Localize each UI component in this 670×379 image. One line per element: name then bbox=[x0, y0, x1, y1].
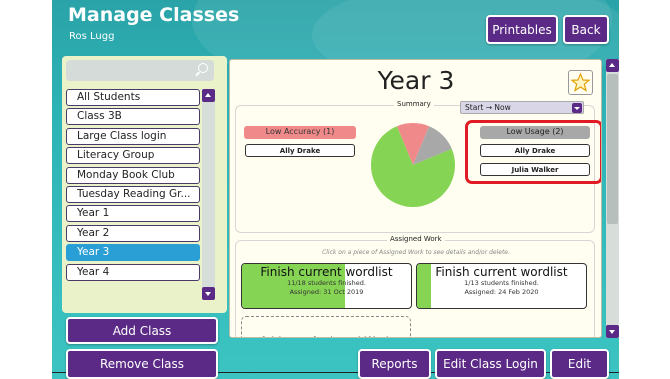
class-list: All Students Class 3B Large Class login … bbox=[66, 89, 200, 283]
class-item-literacy-group[interactable]: Literacy Group bbox=[66, 147, 200, 165]
app-window: Manage Classes Ros Lugg Printables Back … bbox=[52, 0, 619, 379]
class-title: Year 3 bbox=[377, 66, 455, 95]
teacher-name: Ros Lugg bbox=[69, 31, 115, 42]
low-usage-highlight bbox=[465, 120, 601, 184]
work-finished: 1/13 students finished. bbox=[464, 279, 539, 287]
assigned-work-card-2[interactable]: Finish current wordlist 1/13 students fi… bbox=[416, 263, 587, 309]
class-details-panel: Year 3 Summary Start → Now Low Accuracy … bbox=[229, 59, 602, 338]
scroll-up-icon[interactable] bbox=[606, 59, 619, 72]
search-icon bbox=[198, 63, 208, 73]
class-item-year-2[interactable]: Year 2 bbox=[66, 224, 200, 242]
class-item-monday-book-club[interactable]: Monday Book Club bbox=[66, 166, 200, 184]
work-title: Finish current wordlist bbox=[435, 265, 568, 279]
assigned-work-card-1[interactable]: Finish current wordlist 11/18 students f… bbox=[241, 263, 412, 309]
scroll-down-icon[interactable] bbox=[202, 287, 215, 300]
back-button[interactable]: Back bbox=[563, 15, 609, 44]
scroll-up-icon[interactable] bbox=[202, 89, 215, 102]
date-range-value: Start → Now bbox=[465, 103, 511, 112]
summary-pie-chart bbox=[371, 123, 455, 207]
reports-button[interactable]: Reports bbox=[358, 349, 431, 379]
low-accuracy-badge: Low Accuracy (1) bbox=[244, 126, 356, 139]
add-assigned-work-button[interactable]: Add new Assigned Work bbox=[241, 316, 411, 337]
printables-button[interactable]: Printables bbox=[486, 15, 558, 44]
assigned-work-section: Assigned Work Click on a piece of Assign… bbox=[235, 235, 595, 337]
add-class-button[interactable]: Add Class bbox=[66, 317, 218, 344]
assigned-work-hint: Click on a piece of Assigned Work to see… bbox=[322, 249, 510, 256]
page-title: Manage Classes bbox=[68, 4, 240, 26]
work-title: Finish current wordlist bbox=[260, 265, 393, 279]
class-sidebar: All Students Class 3B Large Class login … bbox=[62, 56, 227, 313]
favourite-button[interactable] bbox=[568, 70, 593, 95]
star-icon bbox=[570, 72, 591, 92]
summary-label: Summary bbox=[394, 100, 434, 108]
edit-button[interactable]: Edit bbox=[550, 349, 609, 379]
chevron-down-icon bbox=[572, 103, 582, 113]
class-item-large-class-login[interactable]: Large Class login bbox=[66, 127, 200, 145]
scroll-down-icon[interactable] bbox=[606, 325, 619, 338]
class-item-year-4[interactable]: Year 4 bbox=[66, 263, 200, 281]
low-accuracy-student-button[interactable]: Ally Drake bbox=[245, 144, 355, 157]
assigned-work-label: Assigned Work bbox=[387, 235, 445, 243]
edit-class-login-button[interactable]: Edit Class Login bbox=[435, 349, 546, 379]
class-item-year-3[interactable]: Year 3 bbox=[66, 244, 200, 262]
search-input[interactable] bbox=[66, 60, 214, 81]
details-scrollbar[interactable] bbox=[606, 59, 619, 338]
class-list-scrollbar[interactable] bbox=[202, 89, 215, 299]
work-finished: 11/18 students finished. bbox=[287, 279, 366, 287]
work-assigned-date: Assigned: 24 Feb 2020 bbox=[464, 288, 539, 296]
class-item-tuesday-reading[interactable]: Tuesday Reading Gr... bbox=[66, 185, 200, 203]
scroll-thumb[interactable] bbox=[607, 74, 618, 224]
remove-class-button[interactable]: Remove Class bbox=[66, 349, 218, 379]
date-range-select[interactable]: Start → Now bbox=[460, 101, 584, 114]
work-assigned-date: Assigned: 31 Oct 2019 bbox=[289, 288, 364, 296]
class-item-all-students[interactable]: All Students bbox=[66, 89, 200, 106]
class-item-class-3b[interactable]: Class 3B bbox=[66, 108, 200, 126]
class-item-year-1[interactable]: Year 1 bbox=[66, 205, 200, 223]
